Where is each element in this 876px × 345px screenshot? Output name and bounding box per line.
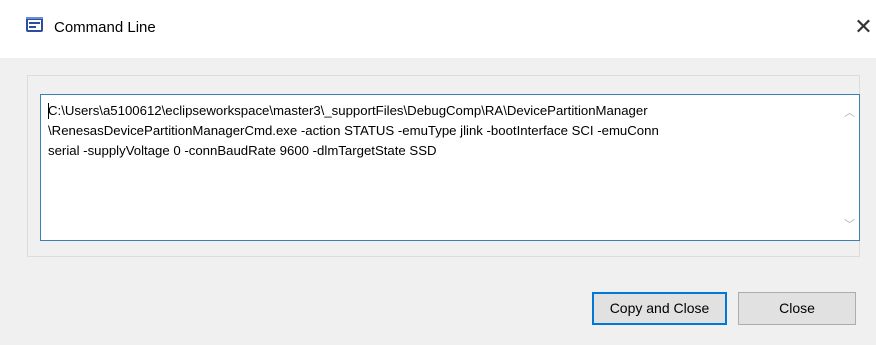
command-text-area[interactable]: C:\Users\a5100612\eclipseworkspace\maste…: [40, 94, 860, 241]
command-line-dialog: Command Line ✕ C:\Users\a5100612\eclipse…: [0, 0, 876, 345]
scroll-down-icon[interactable]: ﹀: [843, 219, 856, 231]
text-caret: [48, 103, 49, 119]
close-button[interactable]: Close: [738, 292, 856, 325]
title-bar: Command Line ✕: [0, 0, 876, 58]
close-window-icon[interactable]: ✕: [851, 14, 876, 39]
copy-and-close-button[interactable]: Copy and Close: [592, 292, 727, 325]
command-text[interactable]: C:\Users\a5100612\eclipseworkspace\maste…: [48, 101, 828, 161]
scroll-up-icon[interactable]: ︿: [843, 107, 856, 119]
eclipse-app-icon: [25, 15, 44, 34]
vertical-scrollbar[interactable]: ︿ ﹀: [840, 95, 859, 240]
window-title: Command Line: [54, 19, 156, 36]
